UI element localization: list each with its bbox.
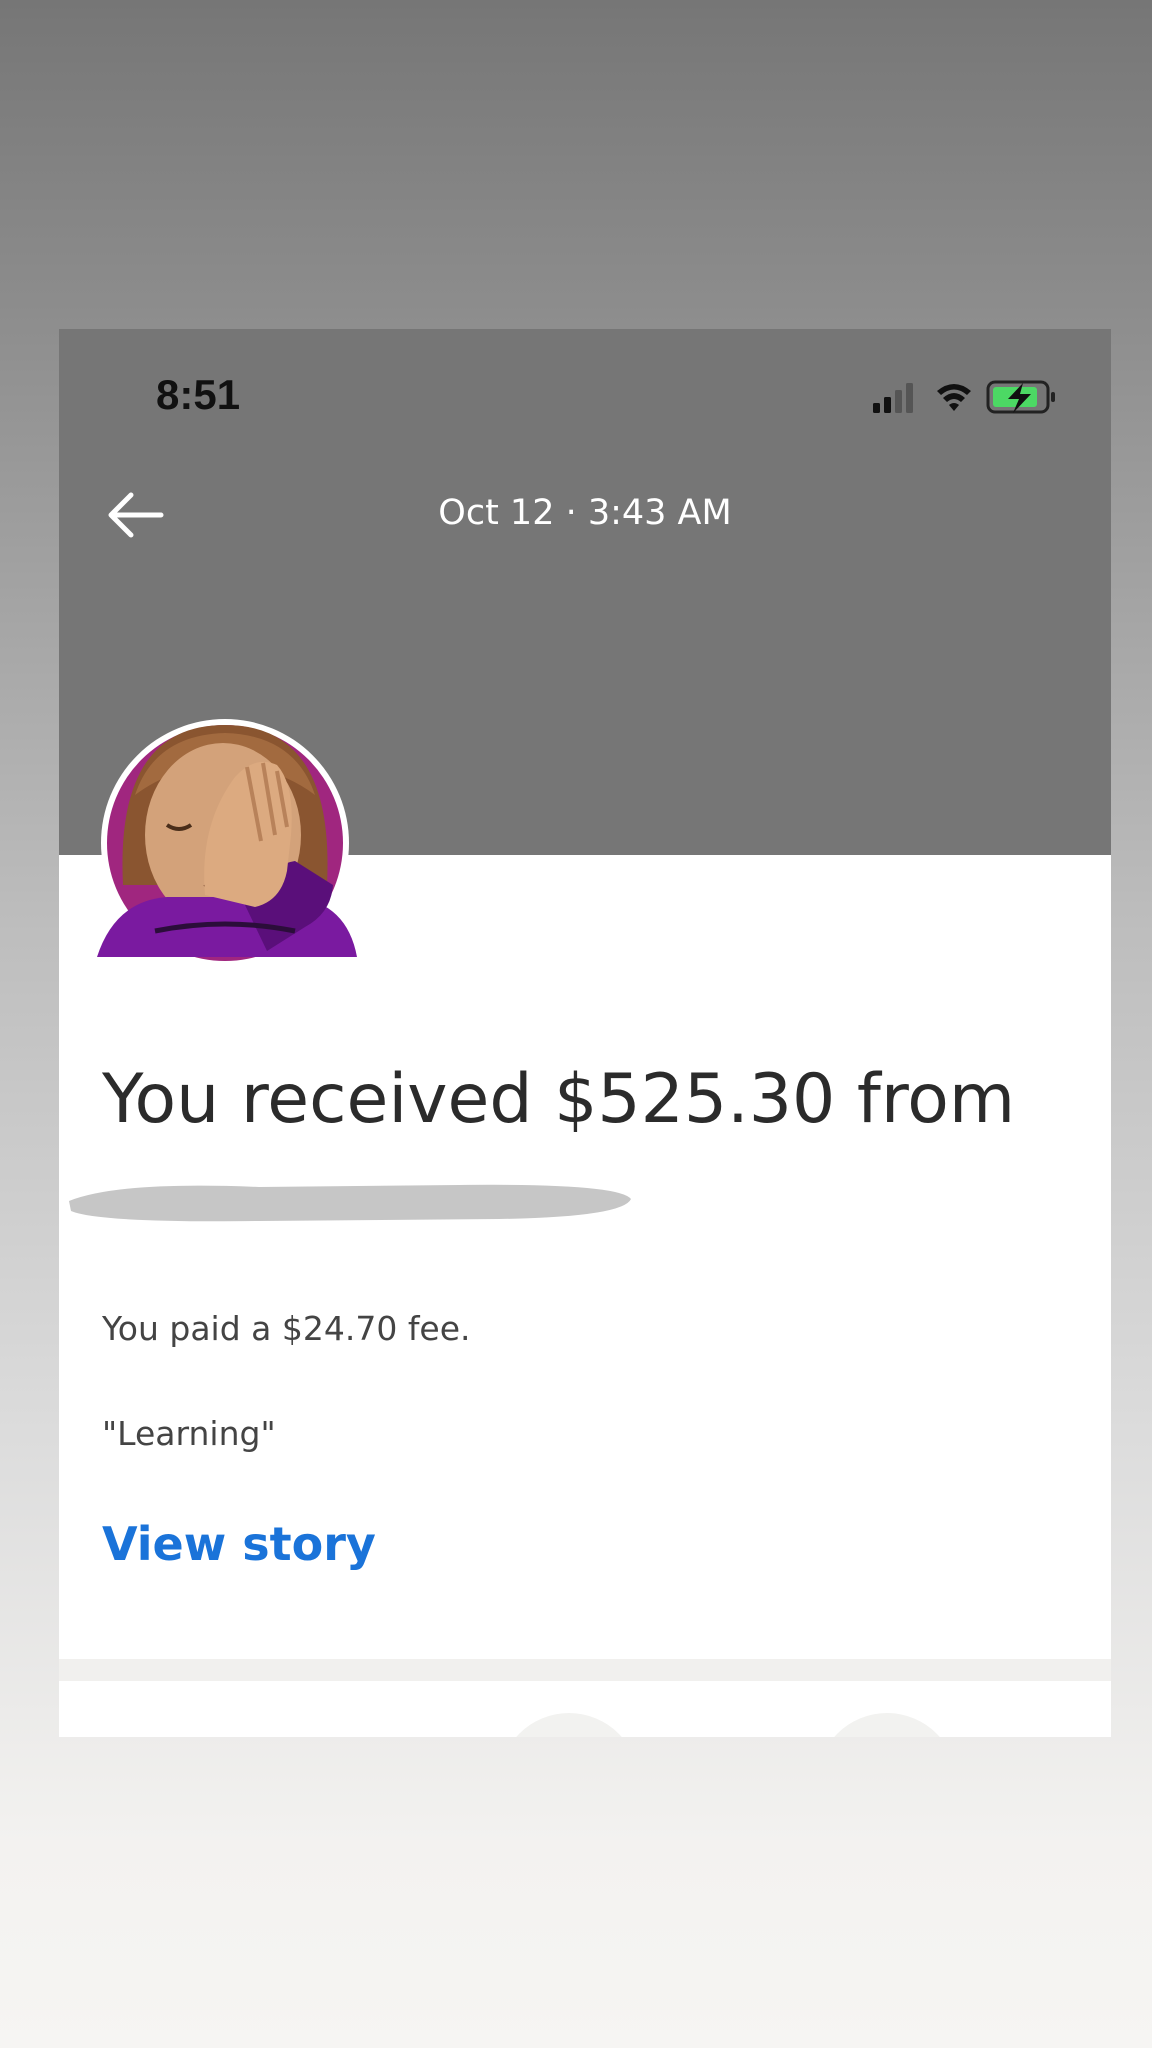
signal-icon bbox=[873, 383, 913, 413]
fee-text: You paid a $24.70 fee. bbox=[102, 1309, 471, 1348]
section-divider bbox=[59, 1659, 1111, 1681]
wifi-icon bbox=[937, 384, 971, 411]
action-button-partial[interactable] bbox=[817, 1713, 957, 1737]
transaction-date: Oct 12 · 3:43 AM bbox=[438, 493, 732, 533]
avatar[interactable] bbox=[95, 695, 381, 981]
status-time: 8:51 bbox=[156, 371, 241, 418]
action-button-partial[interactable] bbox=[499, 1713, 639, 1737]
view-story-link[interactable]: View story bbox=[102, 1517, 376, 1571]
battery-charging-icon bbox=[986, 380, 1055, 414]
phone-screen: 8:51 Oct 12 · 3:43 AM You received $525.… bbox=[59, 329, 1111, 1737]
payment-note: "Learning" bbox=[102, 1414, 276, 1453]
status-icons bbox=[873, 380, 1055, 414]
transaction-headline: You received $525.30 from bbox=[102, 1060, 1016, 1139]
redaction-scribble bbox=[69, 1184, 631, 1222]
